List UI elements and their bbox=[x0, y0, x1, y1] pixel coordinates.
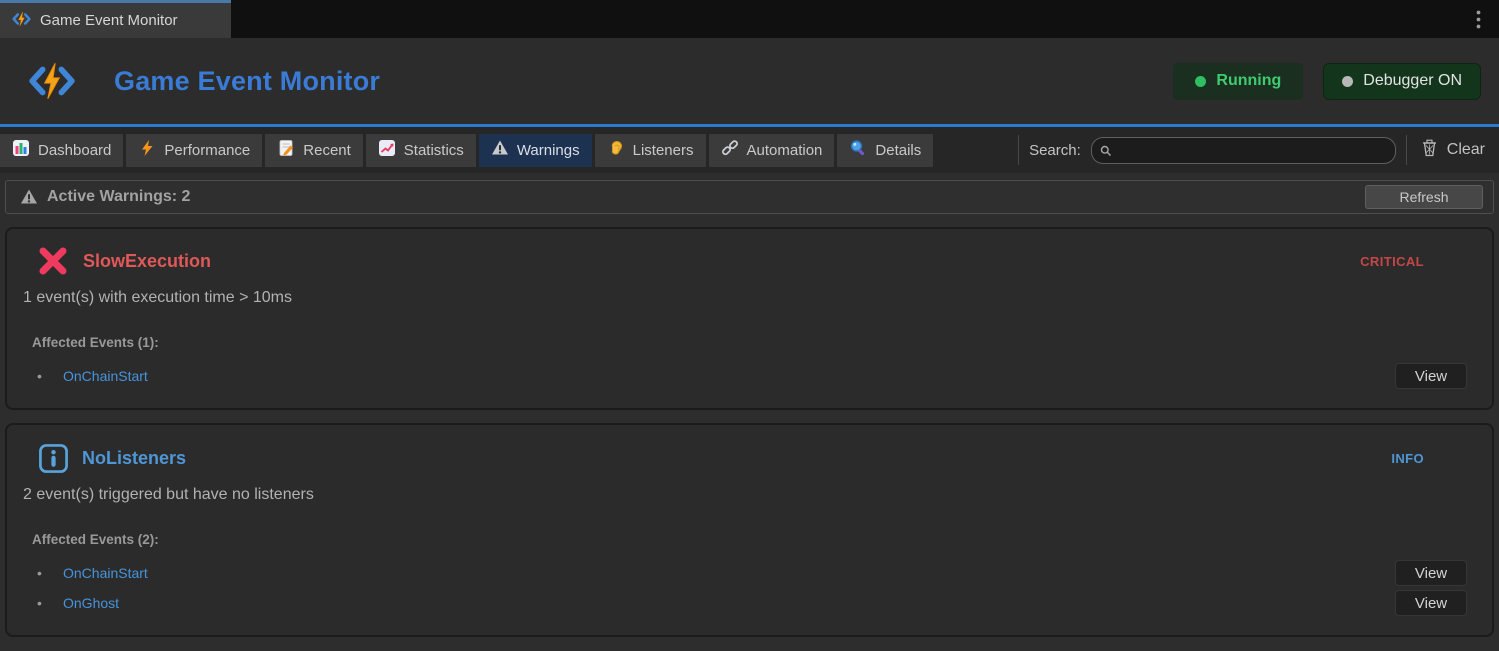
event-row: OnChainStart View bbox=[37, 559, 1476, 587]
memo-icon bbox=[277, 139, 295, 161]
divider bbox=[1406, 135, 1407, 165]
warning-icon bbox=[491, 139, 509, 161]
clear-button[interactable]: Clear bbox=[1411, 134, 1497, 167]
app-logo-icon bbox=[28, 61, 76, 101]
running-status-badge: Running bbox=[1173, 63, 1303, 100]
header: Game Event Monitor Running Debugger ON bbox=[0, 38, 1499, 127]
active-warnings-bar: Active Warnings: 2 Refresh bbox=[5, 180, 1494, 214]
app-logo-icon bbox=[12, 11, 31, 31]
ear-icon bbox=[607, 139, 625, 161]
active-warnings-count: Active Warnings: 2 bbox=[47, 188, 190, 206]
tab-label: Recent bbox=[303, 142, 351, 159]
event-row: OnChainStart View bbox=[37, 362, 1476, 390]
cross-icon bbox=[35, 243, 71, 279]
gray-dot-icon bbox=[1342, 76, 1353, 87]
refresh-button[interactable]: Refresh bbox=[1365, 185, 1483, 209]
warning-card-nolisteners: NoListeners INFO 2 event(s) triggered bu… bbox=[5, 423, 1494, 637]
tab-label: Performance bbox=[164, 142, 250, 159]
page-title: Game Event Monitor bbox=[114, 66, 380, 97]
debugger-status-label: Debugger ON bbox=[1363, 72, 1462, 90]
search-input[interactable] bbox=[1091, 137, 1396, 164]
event-row: OnGhost View bbox=[37, 589, 1476, 617]
chart-up-icon bbox=[378, 139, 396, 161]
doc-tab-game-event-monitor[interactable]: Game Event Monitor bbox=[0, 0, 231, 38]
bullet-icon bbox=[37, 595, 49, 611]
view-button[interactable]: View bbox=[1395, 363, 1467, 389]
info-icon bbox=[38, 443, 69, 474]
event-link-onchainstart[interactable]: OnChainStart bbox=[63, 368, 148, 384]
affected-events-label: Affected Events (2): bbox=[32, 532, 1476, 547]
magnifier-icon bbox=[849, 139, 867, 161]
bar-chart-icon bbox=[12, 139, 30, 161]
tab-recent[interactable]: Recent bbox=[265, 134, 363, 167]
tab-listeners[interactable]: Listeners bbox=[595, 134, 706, 167]
divider bbox=[1018, 135, 1019, 165]
warning-name: NoListeners bbox=[82, 448, 186, 469]
warning-name: SlowExecution bbox=[83, 251, 211, 272]
trash-icon bbox=[1421, 139, 1438, 162]
view-button[interactable]: View bbox=[1395, 560, 1467, 586]
affected-events-label: Affected Events (1): bbox=[32, 335, 1476, 350]
clear-label: Clear bbox=[1447, 141, 1485, 159]
tab-bar: Dashboard Performance Recent bbox=[0, 127, 1499, 173]
severity-badge: CRITICAL bbox=[1360, 254, 1424, 269]
bullet-icon bbox=[37, 565, 49, 581]
tab-label: Listeners bbox=[633, 142, 694, 159]
debugger-toggle-badge[interactable]: Debugger ON bbox=[1323, 63, 1481, 100]
bullet-icon bbox=[37, 368, 49, 384]
tab-performance[interactable]: Performance bbox=[126, 134, 262, 167]
warning-description: 2 event(s) triggered but have no listene… bbox=[23, 486, 1476, 504]
view-button[interactable]: View bbox=[1395, 590, 1467, 616]
tab-statistics[interactable]: Statistics bbox=[366, 134, 476, 167]
doc-tab-label: Game Event Monitor bbox=[40, 12, 178, 29]
tab-label: Details bbox=[875, 142, 921, 159]
lightning-icon bbox=[138, 139, 156, 161]
warning-description: 1 event(s) with execution time > 10ms bbox=[23, 289, 1476, 307]
tab-label: Automation bbox=[747, 142, 823, 159]
warning-icon bbox=[20, 188, 38, 206]
event-link-onghost[interactable]: OnGhost bbox=[63, 595, 119, 611]
green-dot-icon bbox=[1195, 76, 1206, 87]
tab-warnings[interactable]: Warnings bbox=[479, 134, 592, 167]
event-link-onchainstart[interactable]: OnChainStart bbox=[63, 565, 148, 581]
running-status-label: Running bbox=[1216, 72, 1281, 90]
search-icon bbox=[1100, 144, 1112, 162]
tab-details[interactable]: Details bbox=[837, 134, 933, 167]
tab-automation[interactable]: Automation bbox=[709, 134, 835, 167]
search-label: Search: bbox=[1029, 142, 1081, 159]
warning-card-slowexecution: SlowExecution CRITICAL 1 event(s) with e… bbox=[5, 227, 1494, 410]
tab-dashboard[interactable]: Dashboard bbox=[0, 134, 123, 167]
tab-label: Warnings bbox=[517, 142, 580, 159]
tab-label: Dashboard bbox=[38, 142, 111, 159]
severity-badge: INFO bbox=[1391, 451, 1424, 466]
window-titlebar: Game Event Monitor bbox=[0, 0, 1499, 38]
kebab-menu-icon[interactable] bbox=[1457, 0, 1499, 38]
tab-label: Statistics bbox=[404, 142, 464, 159]
link-icon bbox=[721, 139, 739, 161]
